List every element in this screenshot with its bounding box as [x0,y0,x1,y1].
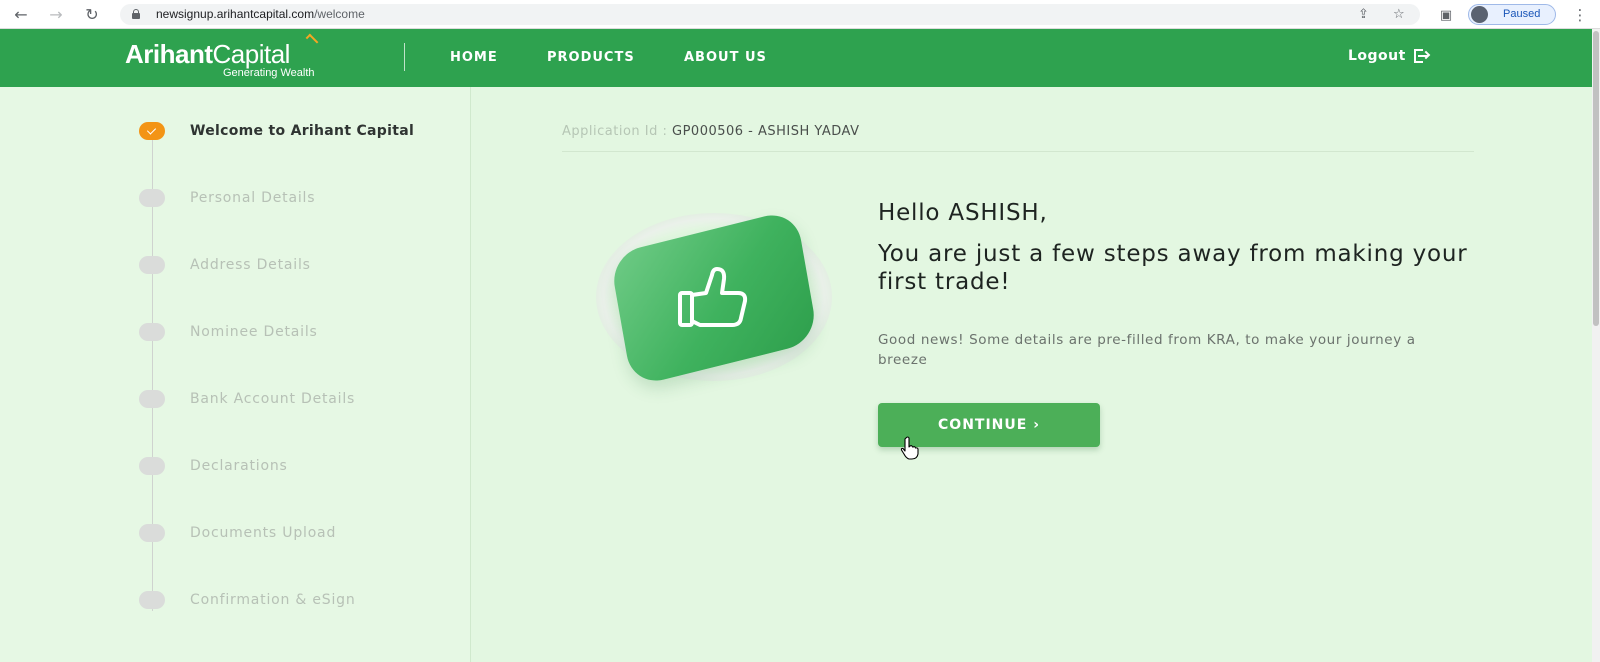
application-id-value: GP000506 - ASHISH YADAV [672,124,860,139]
step-dot [139,524,165,542]
steps-sidebar: Welcome to Arihant Capital Personal Deta… [0,87,471,662]
profile-button[interactable]: Paused [1468,4,1556,25]
step-declarations[interactable]: Declarations [139,455,459,479]
site-header: ArihantCapital Generating Wealth HOME PR… [0,29,1592,87]
step-dot [139,189,165,207]
back-icon[interactable]: ← [11,5,31,25]
url-text[interactable]: newsignup.arihantcapital.com/welcome [156,7,365,21]
profile-status: Paused [1503,8,1541,20]
logout-button[interactable]: Logout [1348,48,1431,64]
step-label: Confirmation & eSign [190,592,356,608]
step-bank-account-details[interactable]: Bank Account Details [139,388,459,412]
bookmark-star-icon[interactable]: ☆ [1393,7,1405,22]
logo-tagline: Generating Wealth [223,67,315,79]
forward-icon[interactable]: → [46,5,66,25]
application-id-label: Application Id : [562,124,668,139]
logout-icon [1413,49,1431,63]
avatar [1471,6,1488,23]
logo-roof-icon [305,33,319,47]
logo-text-bold: Arihant [125,39,213,69]
step-dot [139,256,165,274]
step-label: Bank Account Details [190,391,356,407]
step-dot [139,390,165,408]
kebab-menu-icon[interactable]: ⋮ [1570,5,1590,25]
header-divider [404,43,405,71]
step-welcome[interactable]: Welcome to Arihant Capital [139,120,459,144]
step-dot [139,323,165,341]
step-personal-details[interactable]: Personal Details [139,187,459,211]
step-label: Personal Details [190,190,316,206]
address-bar[interactable]: newsignup.arihantcapital.com/welcome ⇪ ☆ [120,4,1420,25]
logo[interactable]: ArihantCapital Generating Wealth [125,33,319,79]
step-label: Welcome to Arihant Capital [190,123,415,139]
step-dot [139,457,165,475]
greeting-heading: Hello ASHISH, [878,200,1048,226]
step-confirmation-esign[interactable]: Confirmation & eSign [139,589,459,613]
kra-prefill-note: Good news! Some details are pre-filled f… [878,332,1416,368]
nav-about-us[interactable]: ABOUT US [684,50,767,65]
logo-text-light: Capital [212,39,291,69]
application-id: Application Id : GP000506 - ASHISH YADAV [562,124,860,139]
welcome-headline: You are just a few steps away from makin… [878,241,1468,295]
step-documents-upload[interactable]: Documents Upload [139,522,459,546]
scroll-thumb[interactable] [1593,31,1599,326]
reload-icon[interactable]: ↻ [82,5,102,25]
content-divider [562,151,1474,152]
side-panel-icon[interactable]: ▣ [1436,5,1456,25]
hand-cursor-icon [900,436,919,460]
browser-toolbar: ← → ↻ newsignup.arihantcapital.com/welco… [0,0,1600,29]
check-icon [139,122,165,140]
step-label: Address Details [190,257,311,273]
nav-products[interactable]: PRODUCTS [547,50,635,65]
page-scrollbar[interactable] [1592,29,1600,662]
step-nominee-details[interactable]: Nominee Details [139,321,459,345]
thumbs-up-icon [678,267,748,327]
logout-label: Logout [1348,48,1406,64]
nav-home[interactable]: HOME [450,50,498,65]
step-label: Documents Upload [190,525,337,541]
welcome-illustration [596,208,836,388]
step-label: Nominee Details [190,324,318,340]
lock-icon[interactable] [132,9,140,19]
step-dot [139,591,165,609]
share-icon[interactable]: ⇪ [1358,7,1369,22]
step-label: Declarations [190,458,288,474]
step-address-details[interactable]: Address Details [139,254,459,278]
